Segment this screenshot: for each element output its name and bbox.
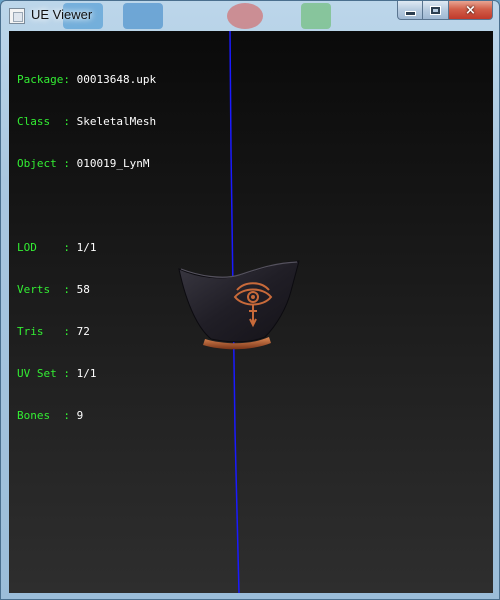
info-row-tris: Tris : 72 bbox=[17, 325, 90, 338]
info-row-lod: LOD : 1/1 bbox=[17, 241, 97, 254]
info-row-bones: Bones : 9 bbox=[17, 409, 84, 422]
close-icon: × bbox=[465, 2, 476, 18]
minimize-icon bbox=[404, 10, 416, 16]
info-row-uv-set: UV Set : 1/1 bbox=[17, 367, 97, 380]
maximize-icon bbox=[431, 6, 440, 14]
info-row-class: Class : SkeletalMesh bbox=[17, 115, 157, 128]
ue-viewer-window: UE Viewer × Package: 00013648.upk Class … bbox=[0, 0, 500, 600]
skeletal-mesh-mask[interactable] bbox=[177, 257, 307, 367]
caption-buttons: × bbox=[397, 1, 493, 21]
info-row-object: Object : 010019_LynM bbox=[17, 157, 150, 170]
title-bar[interactable]: UE Viewer × bbox=[1, 1, 499, 31]
info-row-package: Package: 00013648.upk bbox=[17, 73, 157, 86]
maximize-button[interactable] bbox=[423, 1, 449, 20]
mesh-info-panel: Package: 00013648.upk Class : SkeletalMe… bbox=[17, 45, 156, 451]
info-row-verts: Verts : 58 bbox=[17, 283, 90, 296]
ue-viewer-app-icon bbox=[9, 8, 25, 24]
window-title: UE Viewer bbox=[31, 7, 93, 22]
close-button[interactable]: × bbox=[449, 1, 493, 20]
info-spacer bbox=[17, 199, 156, 213]
3d-viewport[interactable]: Package: 00013648.upk Class : SkeletalMe… bbox=[9, 31, 493, 593]
minimize-button[interactable] bbox=[397, 1, 423, 20]
